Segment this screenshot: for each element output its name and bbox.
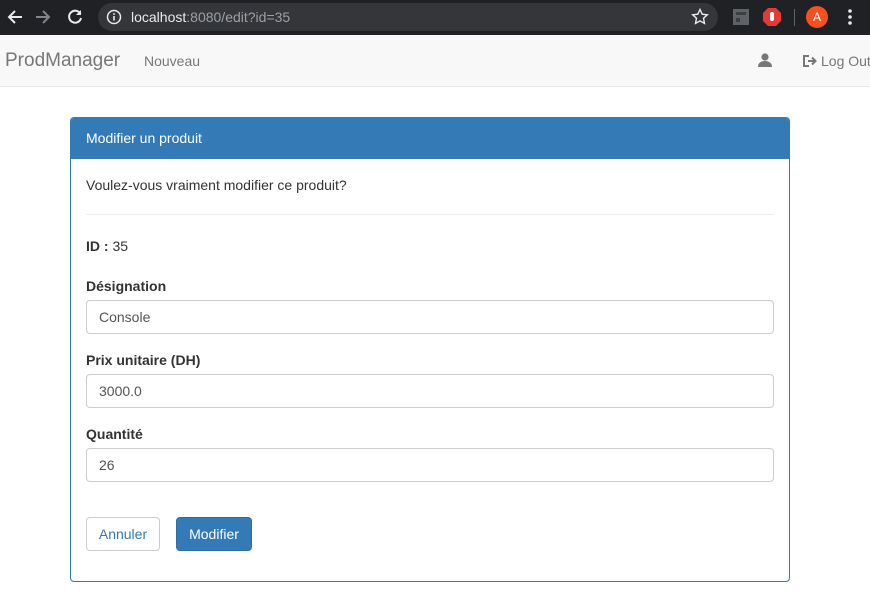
extension-icon[interactable] — [731, 7, 751, 27]
cancel-button[interactable]: Annuler — [86, 517, 160, 551]
logout-link[interactable]: Log Out — [802, 52, 870, 70]
url-text[interactable]: localhost:8080/edit?id=35 — [131, 9, 290, 25]
adblock-icon[interactable] — [762, 7, 782, 27]
id-label: ID : — [86, 238, 109, 254]
user-icon[interactable] — [757, 52, 773, 68]
quantity-label: Quantité — [86, 426, 143, 442]
confirm-question: Voulez-vous vraiment modifier ce produit… — [86, 177, 347, 193]
designation-input[interactable]: Console — [86, 300, 774, 334]
logout-label: Log Out — [821, 53, 870, 69]
profile-avatar[interactable]: A — [806, 6, 828, 28]
submit-button[interactable]: Modifier — [176, 517, 252, 551]
back-arrow-icon — [7, 10, 22, 24]
price-label: Prix unitaire (DH) — [86, 352, 201, 368]
brand-link[interactable]: ProdManager — [5, 50, 120, 72]
url-path: :8080/edit?id=35 — [186, 9, 291, 25]
url-host: localhost — [131, 9, 187, 25]
star-icon[interactable] — [690, 7, 710, 27]
info-icon[interactable] — [106, 9, 122, 25]
back-button[interactable] — [2, 4, 28, 30]
edit-product-panel: Modifier un produit Voulez-vous vraiment… — [70, 117, 790, 582]
quantity-input[interactable]: 26 — [86, 448, 774, 482]
address-bar[interactable]: localhost:8080/edit?id=35 — [98, 3, 718, 31]
menu-dots-icon[interactable] — [840, 7, 860, 27]
id-value: 35 — [112, 238, 129, 254]
app-navbar: ProdManager Nouveau Log Out — [0, 35, 870, 87]
price-input[interactable]: 3000.0 — [86, 374, 774, 408]
panel-title: Modifier un produit — [71, 118, 789, 159]
forward-button[interactable] — [30, 4, 56, 30]
logout-icon — [803, 55, 817, 67]
reload-button[interactable] — [62, 4, 88, 30]
designation-label: Désignation — [86, 278, 167, 294]
nav-new-link[interactable]: Nouveau — [144, 53, 200, 69]
reload-icon — [68, 9, 82, 24]
forward-arrow-icon — [36, 10, 51, 24]
toolbar-divider — [794, 9, 795, 26]
product-id: ID : 35 — [86, 238, 128, 254]
browser-toolbar: localhost:8080/edit?id=35 A — [0, 0, 870, 35]
divider — [86, 214, 774, 215]
